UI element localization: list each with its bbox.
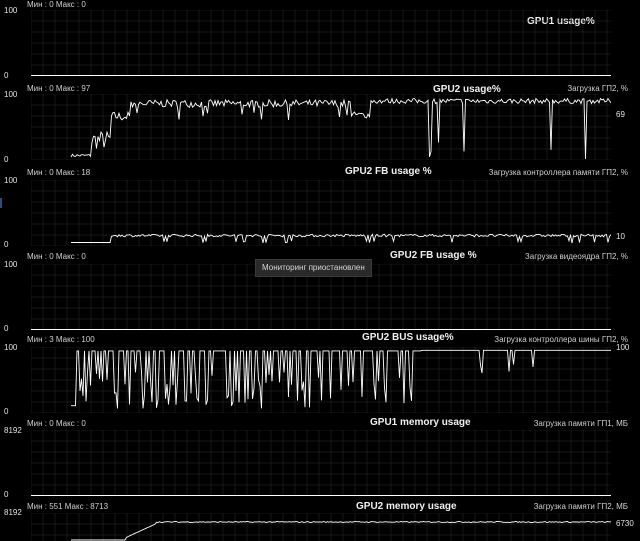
y-max-label: 8192 xyxy=(4,426,22,435)
graph-gpu1-memory: Загрузка памяти ГП1, МБ Мин : 0 Макс : 0… xyxy=(0,414,640,500)
y-max-label: 100 xyxy=(4,90,18,99)
graph-gpu1-usage: Мин : 0 Макс : 0 GPU1 usage% 100 0 xyxy=(0,0,640,84)
graph-type-label: Загрузка видеоядра ГП2, % xyxy=(524,252,628,261)
graph-title: GPU2 memory usage xyxy=(356,501,457,512)
window-edge-marker xyxy=(0,198,2,208)
graph-plot-area xyxy=(31,94,611,160)
graph-type-label: Загрузка контроллера памяти ГП2, % xyxy=(488,168,628,177)
graph-plot-area xyxy=(31,513,611,541)
graph-plot-area xyxy=(31,180,611,246)
monitoring-paused-badge: Мониторинг приостановлен xyxy=(255,259,372,277)
graph-plot-area xyxy=(31,430,611,496)
graph-trace-line xyxy=(70,97,611,160)
graph-gpu2-memory: Загрузка памяти ГП2, МБ Мин : 551 Макс :… xyxy=(0,497,640,541)
y-max-label: 100 xyxy=(4,260,18,269)
graph-title: GPU2 FB usage % xyxy=(345,166,432,177)
graph-type-label: Загрузка контроллера шины ГП2, % xyxy=(494,335,628,344)
y-max-label: 8192 xyxy=(4,508,22,517)
current-value: 100 xyxy=(616,343,630,352)
current-value: 10 xyxy=(616,232,625,241)
graph-title: GPU2 FB usage % xyxy=(390,250,477,261)
graph-trace-line xyxy=(71,349,611,409)
minmax-label: Мин : 3 Макс : 100 xyxy=(27,335,95,344)
minmax-label: Мин : 0 Макс : 0 xyxy=(27,0,86,9)
minmax-label: Мин : 0 Макс : 18 xyxy=(27,168,91,177)
minmax-label: Мин : 551 Макс : 8713 xyxy=(27,502,109,511)
minmax-label: Мин : 0 Макс : 0 xyxy=(27,252,86,261)
graph-title: GPU1 memory usage xyxy=(370,417,471,428)
graph-trace-line xyxy=(71,521,611,541)
graph-plot-area xyxy=(31,347,611,413)
graph-title: GPU2 BUS usage% xyxy=(362,332,454,343)
y-max-label: 100 xyxy=(4,343,18,352)
graph-trace-line xyxy=(71,233,611,244)
minmax-label: Мин : 0 Макс : 0 xyxy=(27,419,86,428)
current-value: 69 xyxy=(616,110,625,119)
graph-type-label: Загрузка памяти ГП1, МБ xyxy=(533,419,628,428)
minmax-label: Мин : 0 Макс : 97 xyxy=(27,84,91,93)
current-value: 6730 xyxy=(616,519,634,528)
graph-gpu2-memory-controller: Загрузка контроллера памяти ГП2, % Мин :… xyxy=(0,164,640,250)
graph-type-label: Загрузка памяти ГП2, МБ xyxy=(533,502,628,511)
y-max-label: 100 xyxy=(4,176,18,185)
graph-type-label: Загрузка ГП2, % xyxy=(567,84,628,93)
y-max-label: 100 xyxy=(4,6,18,15)
graph-plot-area xyxy=(31,10,611,76)
graph-gpu2-bus: Загрузка контроллера шины ГП2, % Мин : 3… xyxy=(0,331,640,417)
graph-gpu2-usage: Загрузка ГП2, % Мин : 0 Макс : 97 GPU2 u… xyxy=(0,80,640,168)
